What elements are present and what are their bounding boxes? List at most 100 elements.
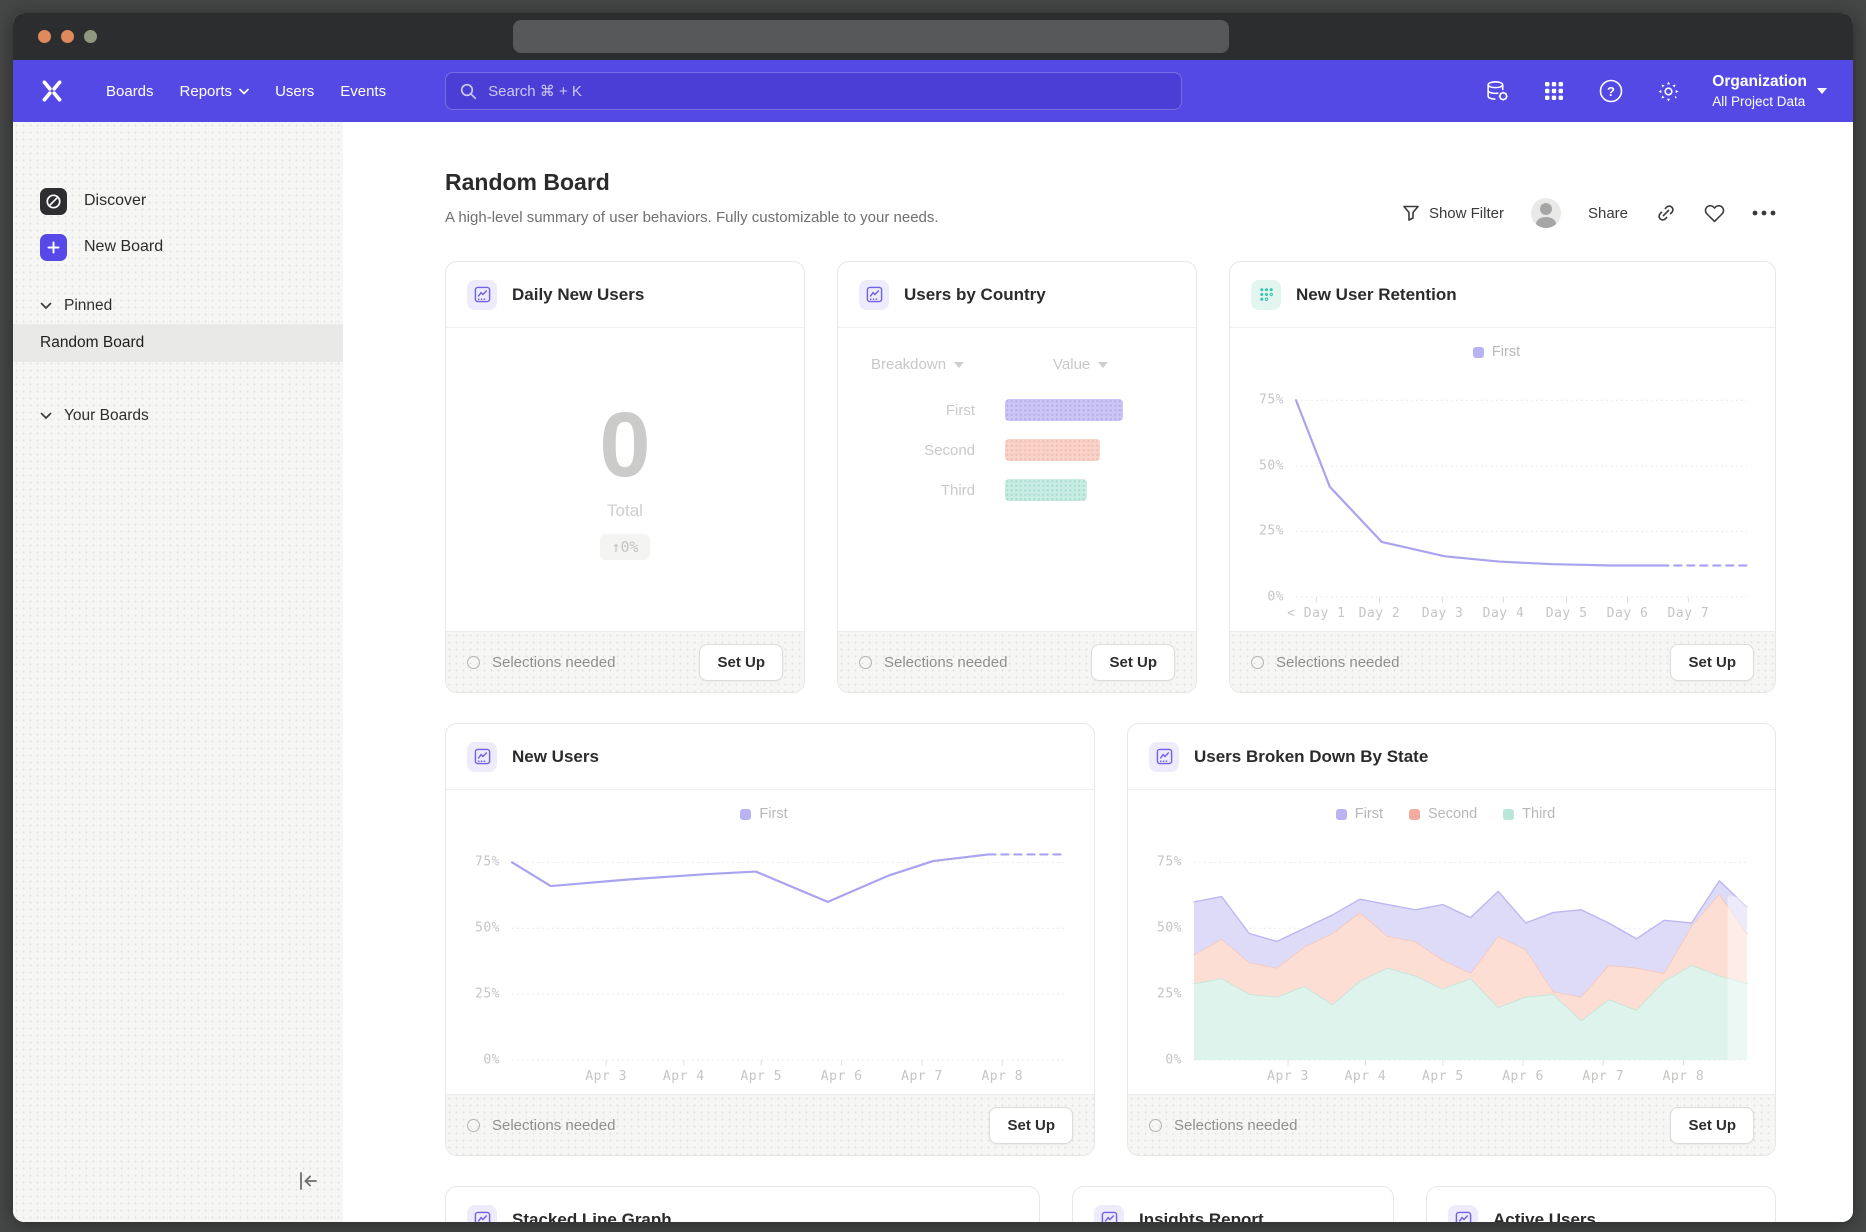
help-icon[interactable]: ? bbox=[1598, 78, 1624, 104]
card-title: Users by Country bbox=[904, 285, 1046, 305]
browser-window: Boards Reports Users Events Search ⌘ + K bbox=[13, 13, 1853, 1222]
settings-gear-icon[interactable] bbox=[1655, 78, 1681, 104]
card-active-users: Active Users bbox=[1426, 1186, 1776, 1222]
x-axis: Apr 3Apr 4Apr 5Apr 6Apr 7Apr 8 bbox=[1194, 1060, 1747, 1090]
copy-link-icon[interactable] bbox=[1655, 202, 1677, 224]
chevron-down-icon bbox=[40, 412, 52, 420]
set-up-button[interactable]: Set Up bbox=[699, 644, 783, 681]
card-footer: Selections needed Set Up bbox=[1128, 1094, 1775, 1155]
insights-chart-icon bbox=[1448, 1205, 1478, 1223]
set-up-button[interactable]: Set Up bbox=[989, 1107, 1073, 1144]
close-window-icon[interactable] bbox=[38, 30, 51, 43]
new-users-chart: First 75%50%25%0% Apr 3Apr 4Apr 5Apr 6Ap… bbox=[446, 790, 1094, 1094]
search-placeholder: Search ⌘ + K bbox=[488, 82, 582, 100]
card-title: New Users bbox=[512, 747, 599, 767]
nav-item-events[interactable]: Events bbox=[327, 60, 399, 122]
more-options-icon[interactable] bbox=[1752, 210, 1776, 216]
favorite-heart-icon[interactable] bbox=[1704, 204, 1725, 223]
page-subtitle: A high-level summary of user behaviors. … bbox=[445, 209, 939, 226]
apps-grid-icon[interactable] bbox=[1541, 78, 1567, 104]
retention-grid-icon bbox=[1251, 280, 1281, 310]
card-footer: Selections needed Set Up bbox=[446, 1094, 1094, 1155]
data-management-icon[interactable] bbox=[1484, 78, 1510, 104]
status-circle-icon bbox=[1251, 656, 1264, 669]
x-axis: < Day 1Day 2Day 3Day 4Day 5Day 6Day 7 bbox=[1296, 597, 1747, 627]
collapse-sidebar-icon[interactable] bbox=[297, 1171, 319, 1196]
card-new-user-retention: New User Retention First 75%50%25%0% < D… bbox=[1229, 261, 1776, 693]
card-footer: Selections needed Set Up bbox=[838, 631, 1196, 692]
card-daily-new-users: Daily New Users 0 Total ↑0% Selections n… bbox=[445, 261, 805, 693]
bar bbox=[1005, 439, 1100, 461]
nav-item-reports[interactable]: Reports bbox=[167, 60, 263, 122]
card-title: Users Broken Down By State bbox=[1194, 747, 1428, 767]
share-button[interactable]: Share bbox=[1588, 205, 1628, 222]
zoom-window-icon[interactable] bbox=[84, 30, 97, 43]
plot-area: < Day 1Day 2Day 3Day 4Day 5Day 6Day 7 bbox=[1296, 374, 1747, 597]
insights-chart-icon bbox=[1094, 1205, 1124, 1223]
address-bar[interactable] bbox=[513, 20, 1229, 53]
search-icon bbox=[460, 83, 477, 100]
show-filter-button[interactable]: Show Filter bbox=[1402, 204, 1504, 222]
insights-chart-icon bbox=[1149, 742, 1179, 772]
chevron-down-icon bbox=[954, 362, 964, 368]
bar-label: Third bbox=[838, 482, 975, 499]
board-main: Random Board A high-level summary of use… bbox=[343, 122, 1853, 1222]
bar bbox=[1005, 479, 1087, 501]
breakdown-dropdown[interactable]: Breakdown bbox=[871, 356, 1039, 373]
card-title: Insights Report bbox=[1139, 1210, 1264, 1223]
status-circle-icon bbox=[467, 656, 480, 669]
set-up-button[interactable]: Set Up bbox=[1670, 644, 1754, 681]
minimize-window-icon[interactable] bbox=[61, 30, 74, 43]
nav-item-users[interactable]: Users bbox=[262, 60, 327, 122]
sidebar-section-pinned[interactable]: Pinned bbox=[13, 288, 343, 324]
card-insights-report: Insights Report bbox=[1072, 1186, 1394, 1222]
card-title: Daily New Users bbox=[512, 285, 644, 305]
chevron-down-icon bbox=[40, 302, 52, 310]
card-footer: Selections needed Set Up bbox=[446, 631, 804, 692]
svg-text:?: ? bbox=[1607, 84, 1615, 99]
status-circle-icon bbox=[1149, 1119, 1162, 1132]
browser-chrome bbox=[13, 13, 1853, 60]
sidebar-item-random-board[interactable]: Random Board bbox=[13, 324, 343, 362]
insights-chart-icon bbox=[467, 280, 497, 310]
plus-icon bbox=[40, 234, 67, 261]
country-bar-row: First bbox=[838, 399, 1196, 421]
state-stacked-area-chart: FirstSecondThird 75%50%25%0% Apr 3Apr 4A… bbox=[1128, 790, 1775, 1094]
chevron-down-icon bbox=[1098, 362, 1108, 368]
mixpanel-logo-icon[interactable] bbox=[39, 78, 65, 104]
search-input[interactable]: Search ⌘ + K bbox=[445, 72, 1182, 110]
top-navbar: Boards Reports Users Events Search ⌘ + K bbox=[13, 60, 1853, 122]
new-board-button[interactable]: New Board bbox=[13, 224, 343, 270]
avatar[interactable] bbox=[1531, 198, 1561, 228]
compass-icon bbox=[40, 188, 67, 215]
chart-legend: FirstSecondThird bbox=[1144, 804, 1747, 824]
chart-legend: First bbox=[1246, 342, 1747, 362]
y-axis: 75%50%25%0% bbox=[462, 836, 512, 1060]
sidebar-section-your-boards[interactable]: Your Boards bbox=[13, 398, 343, 434]
page-title: Random Board bbox=[445, 169, 939, 196]
sidebar: Discover New Board Pinned Random Board Y… bbox=[13, 122, 343, 1222]
plot-area: Apr 3Apr 4Apr 5Apr 6Apr 7Apr 8 bbox=[512, 836, 1066, 1060]
chart-legend: First bbox=[462, 804, 1066, 824]
card-stacked-line-graph: Stacked Line Graph bbox=[445, 1186, 1040, 1222]
chevron-down-icon bbox=[1817, 88, 1827, 94]
card-users-by-country: Users by Country Breakdown Value First S… bbox=[837, 261, 1197, 693]
set-up-button[interactable]: Set Up bbox=[1091, 644, 1175, 681]
value-dropdown[interactable]: Value bbox=[1053, 356, 1108, 373]
card-users-broken-down-by-state: Users Broken Down By State FirstSecondTh… bbox=[1127, 723, 1776, 1156]
bar bbox=[1005, 399, 1123, 421]
status-circle-icon bbox=[467, 1119, 480, 1132]
sidebar-item-discover[interactable]: Discover bbox=[13, 178, 343, 224]
bar-label: Second bbox=[838, 442, 975, 459]
x-axis: Apr 3Apr 4Apr 5Apr 6Apr 7Apr 8 bbox=[512, 1060, 1066, 1090]
country-bar-row: Third bbox=[838, 479, 1196, 501]
set-up-button[interactable]: Set Up bbox=[1670, 1107, 1754, 1144]
insights-chart-icon bbox=[859, 280, 889, 310]
country-bar-row: Second bbox=[838, 439, 1196, 461]
board-title-block: Random Board A high-level summary of use… bbox=[445, 169, 939, 226]
organization-switcher[interactable]: Organization All Project Data bbox=[1712, 73, 1827, 109]
nav-item-boards[interactable]: Boards bbox=[93, 60, 167, 122]
chevron-down-icon bbox=[239, 88, 249, 95]
card-title: New User Retention bbox=[1296, 285, 1457, 305]
plot-area: Apr 3Apr 4Apr 5Apr 6Apr 7Apr 8 bbox=[1194, 836, 1747, 1060]
